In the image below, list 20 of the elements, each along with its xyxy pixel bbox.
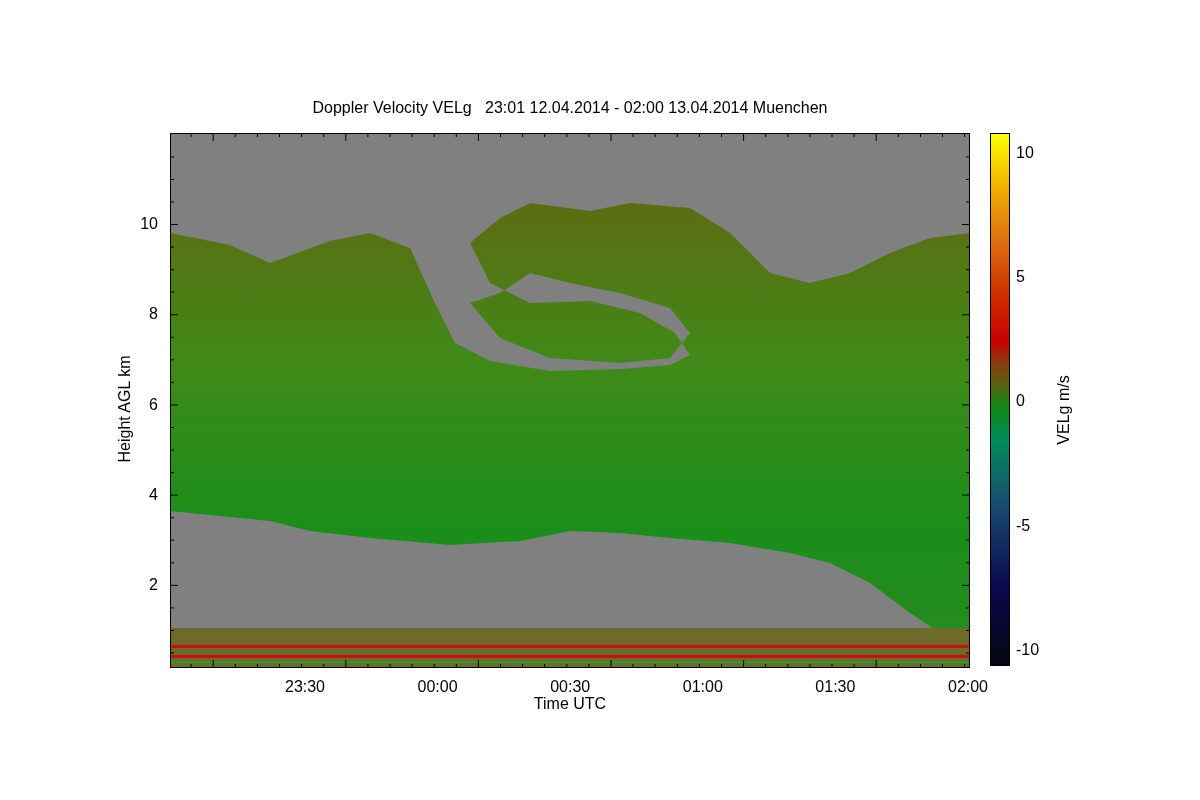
y-tick-label: 6 (149, 395, 158, 414)
chart-title: Doppler Velocity VELg 23:01 12.04.2014 - 02:00 13.04.2014 Muenchen (312, 98, 828, 118)
x-tick-label: 01:00 (682, 678, 723, 696)
y-tick-label: 8 (149, 305, 158, 324)
y-tick-label: 4 (149, 485, 158, 504)
colorbar-label: VELg m/s (1055, 375, 1073, 445)
colorbar-tick-label: -10 (1016, 640, 1040, 659)
colorbar-tick-label: 5 (1016, 268, 1025, 287)
y-tick-label: 2 (149, 576, 158, 594)
colorbar-tick-label: 10 (1016, 144, 1034, 162)
y-tick-label: 10 (140, 215, 158, 233)
x-tick-label: 00:30 (550, 678, 591, 696)
x-tick-label: 02:00 (948, 678, 988, 696)
x-tick-label: 23:30 (285, 678, 325, 696)
x-axis-label: Time UTC (533, 695, 607, 713)
colorbar-tick-label: 0 (1016, 392, 1025, 411)
y-axis-label: Height AGL km (116, 355, 134, 463)
colorbar-tick-label: -5 (1016, 516, 1031, 535)
x-tick-label: 01:30 (815, 678, 856, 696)
x-tick-label: 00:00 (417, 678, 458, 696)
